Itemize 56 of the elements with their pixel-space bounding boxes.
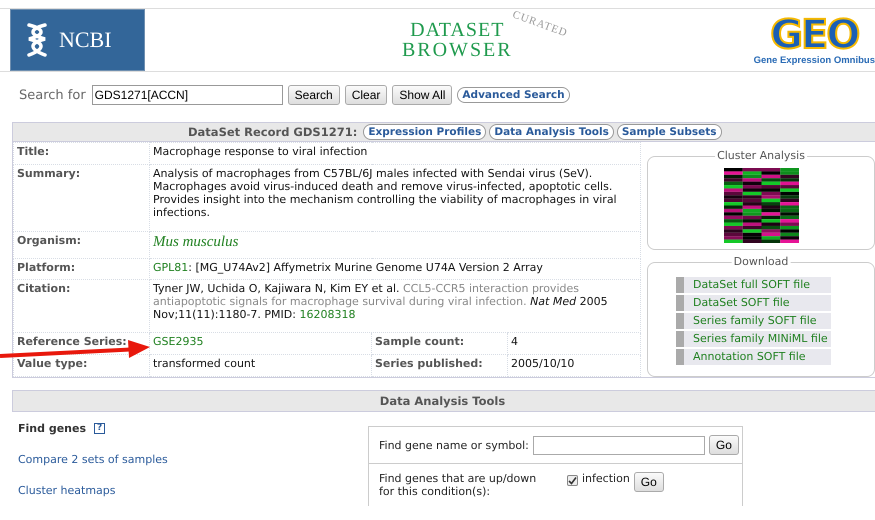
citation-text: Tyner JW, Uchida O, Kajiwara N, Kim EY et al. CCL5-CCR5 interaction provides antiapoptotic signals for macrophage survival during viral infection. Nat Med 2005 Nov;11(11):1180-7. PMID: 16208318 [153, 282, 609, 322]
box-legend: Cluster Analysis [715, 149, 807, 162]
field-value: 2005/10/10 [508, 354, 640, 376]
field-label: Reference Series: [17, 335, 127, 348]
condition-option: infection [582, 472, 630, 485]
field-value: 4 [508, 332, 640, 355]
download-link[interactable]: Annotation SOFT file [676, 349, 831, 365]
section-tab[interactable]: Data Analysis Tools [489, 124, 614, 140]
checkbox[interactable] [567, 475, 578, 486]
search-form-button[interactable]: Clear [344, 85, 388, 105]
search-label: Search for [19, 88, 86, 102]
field-label: Platform: [14, 258, 150, 280]
search-field[interactable]: GDS1271[ACCN] [92, 85, 283, 105]
advanced-search-button[interactable]: Advanced Search [457, 87, 570, 103]
gene-search-field[interactable] [532, 436, 705, 454]
field-label: Series published: [372, 354, 508, 376]
series-link[interactable]: GSE2935 [153, 335, 204, 348]
field-label: Title: [14, 142, 150, 164]
gene-search-label: Find gene name or symbol: [379, 438, 529, 452]
logo-text: DATASET [410, 20, 504, 40]
field-label: Citation: [14, 280, 150, 333]
field-value: Macrophage response to viral infection [150, 142, 640, 164]
organism-link[interactable]: Mus musculus [153, 234, 238, 250]
tool-link[interactable]: Cluster heatmaps [18, 484, 116, 497]
platform-description: : [MG_U74Av2] Affymetrix Murine Genome U74A Version 2 Array [188, 260, 543, 274]
tools-heading: Data Analysis Tools [380, 394, 506, 408]
go-button[interactable]: Go [708, 435, 739, 455]
download-link[interactable]: DataSet full SOFT file [676, 277, 831, 293]
field-label: Organism: [14, 231, 150, 258]
helix-icon [25, 21, 49, 59]
platform-link[interactable]: GPL81 [153, 260, 188, 274]
ncbi-logo[interactable]: NCBI [10, 9, 145, 71]
field-label: Summary: [14, 164, 150, 232]
section-tab[interactable]: Expression Profiles [363, 124, 486, 140]
search-form-button[interactable]: Show All [392, 85, 452, 105]
field-value: transformed count [150, 354, 372, 376]
heatmap-drawing[interactable] [724, 168, 798, 243]
geo-caption: Gene Expression Omnibus [754, 54, 875, 66]
find-genes-label: Find genes [18, 422, 86, 435]
field-value: Analysis of macrophages from C57BL/6J males infected with Sendai virus (SeV). Macrophages avoid virus-induced death and remove virus-infected, apoptotic cells. Provides insight into the mechanism controlling the viability of macrophages in viral infections. [150, 164, 640, 232]
download-link[interactable]: DataSet SOFT file [676, 295, 831, 311]
field-label: Sample count: [372, 332, 508, 355]
download-link[interactable]: Series family SOFT file [676, 313, 831, 329]
go-button[interactable]: Go [634, 472, 664, 492]
download-link[interactable]: Series family MINiML file [676, 331, 831, 347]
condition-label: Find genes that are up/down for this condition(s): [379, 472, 538, 498]
search-form-button[interactable]: Search [288, 85, 340, 105]
tool-link[interactable]: Compare 2 sets of samples [18, 453, 168, 466]
record-heading: DataSet Record GDS1271: [188, 125, 358, 139]
geo-mark: GEO [770, 14, 858, 54]
geo-logo[interactable]: GEO Gene Expression Omnibus [754, 9, 875, 71]
box-legend: Download [732, 255, 790, 268]
section-tab[interactable]: Sample Subsets [616, 124, 722, 140]
field-label: Value type: [17, 357, 88, 370]
logo-text: BROWSER [402, 40, 513, 60]
pmid-link[interactable]: 16208318 [299, 308, 356, 322]
